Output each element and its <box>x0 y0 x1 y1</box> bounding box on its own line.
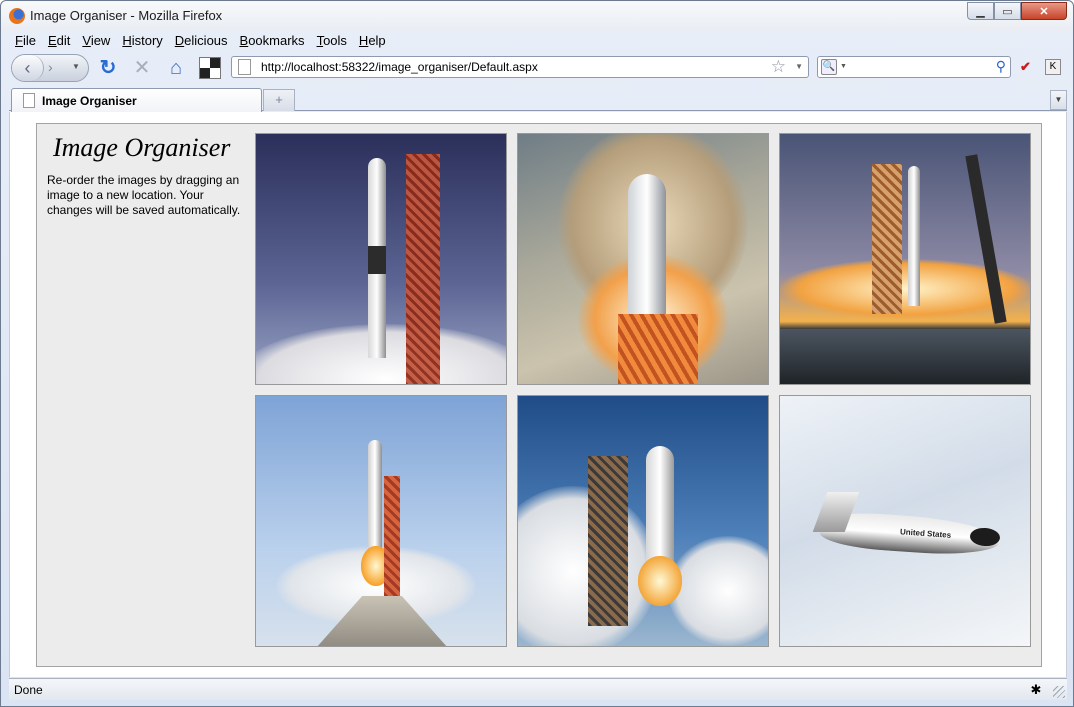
rocket-band <box>368 246 386 274</box>
search-icon[interactable]: ⚲ <box>996 58 1006 75</box>
launch-tower <box>588 456 628 626</box>
instructions-text: Re-order the images by dragging an image… <box>47 173 241 217</box>
addon-red-icon[interactable]: ✔ <box>1020 59 1036 75</box>
addon-k-icon[interactable]: K <box>1045 59 1061 75</box>
close-button[interactable]: ✕ <box>1021 2 1067 20</box>
menu-view[interactable]: View <box>76 32 116 52</box>
star-icon[interactable]: ☆ <box>771 57 786 77</box>
search-input[interactable]: 🔍 ▼ ⚲ <box>817 56 1011 78</box>
status-bar: Done ✱ <box>9 678 1067 700</box>
rocket-body <box>368 440 382 560</box>
menu-file[interactable]: File <box>9 32 42 52</box>
page-icon <box>238 59 251 75</box>
menu-delicious[interactable]: Delicious <box>169 32 234 52</box>
back-arrow-icon[interactable]: ‹ <box>12 55 44 81</box>
menu-bookmarks[interactable]: Bookmarks <box>234 32 311 52</box>
status-text: Done <box>14 683 43 697</box>
title-bar: Image Organiser - Mozilla Firefox ▁ ▭ ✕ <box>1 1 1073 31</box>
page-icon <box>23 93 35 108</box>
rocket-body <box>908 166 920 306</box>
url-text[interactable]: http://localhost:58322/image_organiser/D… <box>261 60 538 74</box>
tab-bar: Image Organiser + ▼ <box>9 87 1067 112</box>
tab-list-dropdown-icon[interactable]: ▼ <box>1050 90 1067 110</box>
image-organiser-panel: Image Organiser Re-order the images by d… <box>36 123 1042 667</box>
navigation-toolbar: ‹ › ▼ ↻ ✕ ⌂ http://localhost:58322/image… <box>9 53 1067 83</box>
menu-history[interactable]: History <box>116 32 168 52</box>
browser-window: Image Organiser - Mozilla Firefox ▁ ▭ ✕ … <box>0 0 1074 707</box>
history-dropdown-icon[interactable]: ▼ <box>72 62 80 71</box>
firebug-icon[interactable]: ✱ <box>1027 681 1045 699</box>
maximize-button[interactable]: ▭ <box>994 2 1021 20</box>
forward-arrow-icon[interactable]: › <box>48 59 53 75</box>
bookmark-addon-icon[interactable] <box>199 57 221 79</box>
image-tile-rocket-launch-blue-sky[interactable] <box>255 395 507 647</box>
reload-icon[interactable]: ↻ <box>97 57 119 79</box>
launch-tower <box>384 476 400 596</box>
window-controls: ▁ ▭ ✕ <box>967 2 1067 20</box>
firefox-icon <box>9 8 25 24</box>
launch-tower <box>618 314 698 384</box>
tab-image-organiser[interactable]: Image Organiser <box>11 88 262 112</box>
engine-dropdown-icon[interactable]: ▼ <box>840 63 847 70</box>
menu-bar: File Edit View History Delicious Bookmar… <box>9 32 392 52</box>
back-forward-group: ‹ › ▼ <box>11 54 89 82</box>
stop-icon[interactable]: ✕ <box>131 57 153 79</box>
menu-edit[interactable]: Edit <box>42 32 76 52</box>
new-tab-button[interactable]: + <box>263 89 295 111</box>
page-title: Image Organiser <box>53 133 231 162</box>
minimize-button[interactable]: ▁ <box>967 2 994 20</box>
resize-grip-icon[interactable] <box>1053 686 1065 698</box>
url-bar[interactable]: http://localhost:58322/image_organiser/D… <box>231 56 809 78</box>
image-tile-launch-tower-at-dusk[interactable] <box>779 133 1031 385</box>
page-viewport: Image Organiser Re-order the images by d… <box>9 112 1067 677</box>
window-title: Image Organiser - Mozilla Firefox <box>30 8 223 23</box>
image-tile-lifting-body-aircraft-in-flight[interactable]: United States <box>779 395 1031 647</box>
image-tile-rocket-on-launch-pad[interactable] <box>255 133 507 385</box>
menu-tools[interactable]: Tools <box>311 32 353 52</box>
water-foreground <box>780 329 1030 384</box>
exhaust-flame <box>638 556 682 606</box>
image-tile-space-shuttle-liftoff[interactable] <box>517 395 769 647</box>
url-dropdown-icon[interactable]: ▼ <box>795 62 803 71</box>
home-icon[interactable]: ⌂ <box>165 57 187 79</box>
image-tile-rocket-liftoff-from-above[interactable] <box>517 133 769 385</box>
tab-label: Image Organiser <box>42 94 137 108</box>
search-engine-icon[interactable]: 🔍 <box>821 59 837 75</box>
launch-tower <box>872 164 902 314</box>
launch-tower <box>406 154 440 384</box>
menu-help[interactable]: Help <box>353 32 392 52</box>
